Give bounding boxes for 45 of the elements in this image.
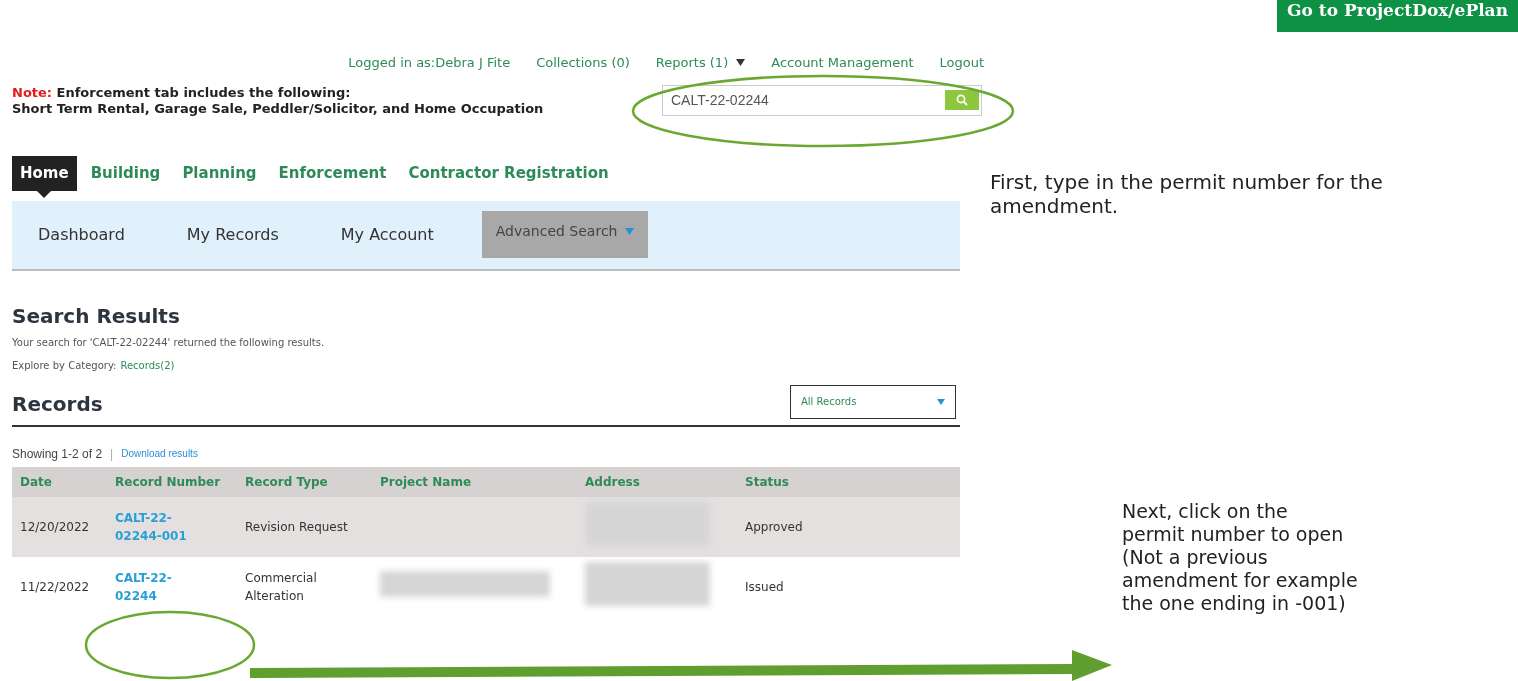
record-link[interactable]: CALT-22-02244 bbox=[115, 568, 203, 605]
download-link[interactable]: Download results bbox=[121, 446, 198, 462]
caret-icon bbox=[736, 59, 746, 67]
projectdox-button[interactable]: Go to ProjectDox/ePlan bbox=[1277, 0, 1518, 32]
header-dropdown[interactable]: Reports (1) bbox=[655, 53, 746, 73]
table-cell: Commercial Alteration bbox=[237, 556, 372, 617]
category-link[interactable]: Records(2) bbox=[120, 357, 175, 373]
nav-link[interactable]: My Records bbox=[186, 222, 279, 247]
nav-link[interactable]: Dashboard bbox=[38, 222, 125, 247]
column-header: Date bbox=[12, 466, 107, 497]
table-cell: 12/20/2022 bbox=[12, 496, 107, 557]
result-count: Showing 1-2 of 2 bbox=[12, 445, 103, 463]
column-header: Record Number bbox=[107, 466, 237, 497]
table-cell: 11/22/2022 bbox=[12, 556, 107, 617]
records-filter-dropdown[interactable]: All Records bbox=[790, 384, 956, 419]
section-title: Records bbox=[12, 390, 103, 418]
nav-link[interactable]: My Account bbox=[340, 222, 434, 247]
nav-tab[interactable]: Planning bbox=[174, 156, 265, 191]
dropdown-button[interactable]: Advanced Search bbox=[481, 211, 649, 259]
table-cell: Approved bbox=[737, 496, 960, 557]
section-title: Search Results bbox=[12, 302, 181, 330]
column-header: Status bbox=[737, 466, 960, 497]
header-link[interactable]: Account Management bbox=[771, 53, 914, 73]
nav-tab[interactable]: Building bbox=[82, 156, 169, 191]
caret-icon bbox=[937, 398, 945, 405]
column-header: Record Type bbox=[237, 466, 372, 497]
table-cell: Revision Request bbox=[237, 496, 372, 557]
note-text: Note: Enforcement tab includes the following: Short Term Rental, Garage Sale, Peddler/Solicitor, and Home Occupation bbox=[12, 84, 545, 119]
search-message: Your search for 'CALT-22-02244' returned the following results. bbox=[12, 335, 326, 350]
table-cell: Issued bbox=[737, 556, 960, 617]
separator-text: | bbox=[110, 445, 114, 463]
instruction-text: First, type in the permit number for the amendment. bbox=[990, 169, 1384, 218]
column-header: Address bbox=[577, 466, 737, 497]
search-field[interactable]: CALT-22-02244 bbox=[662, 84, 982, 116]
login-status: Logged in as:Debra J Fite bbox=[348, 54, 511, 72]
column-header: Project Name bbox=[372, 466, 577, 497]
nav-tab[interactable]: Contractor Registration bbox=[400, 156, 617, 191]
nav-tab[interactable]: Enforcement bbox=[270, 156, 395, 191]
explore-label: Explore by Category: bbox=[12, 358, 117, 373]
tab-pointer-icon bbox=[37, 190, 52, 198]
caret-icon bbox=[625, 228, 635, 236]
header-link[interactable]: Logout bbox=[939, 53, 984, 73]
search-icon bbox=[956, 93, 968, 106]
header-link[interactable]: Collections (0) bbox=[536, 53, 630, 73]
instruction-text: Next, click on the permit number to open (Not a previous amendment for example the one ending in -001) bbox=[1122, 499, 1358, 616]
